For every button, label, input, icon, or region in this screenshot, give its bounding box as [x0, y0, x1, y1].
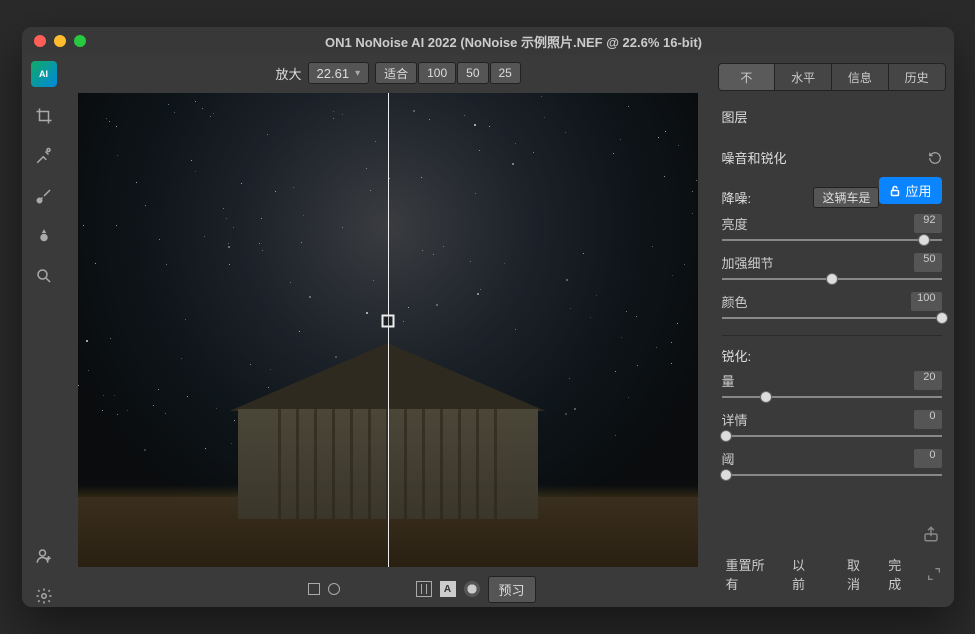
brush-tool-icon[interactable]: [33, 185, 55, 207]
app-window: ON1 NoNoise AI 2022 (NoNoise 示例照片.NEF @ …: [22, 27, 954, 607]
cancel-button[interactable]: 取消: [843, 553, 876, 595]
detail-param: 加强细节50: [722, 253, 942, 286]
hand-tool-icon[interactable]: [33, 265, 55, 287]
preview-button[interactable]: 预习: [488, 576, 536, 603]
circle-view-icon[interactable]: [328, 583, 340, 595]
zoom-50-button[interactable]: 50: [457, 62, 488, 84]
detail-slider[interactable]: [722, 272, 942, 286]
image-preview[interactable]: [78, 93, 698, 567]
details2-param: 详情0: [722, 410, 942, 443]
main-area: 放大 22.61 ▾ 适合 100 50 25: [66, 55, 710, 607]
text-overlay-icon[interactable]: A: [440, 581, 456, 597]
window-controls: [34, 35, 86, 47]
maximize-window-button[interactable]: [74, 35, 86, 47]
crop-tool-icon[interactable]: [33, 105, 55, 127]
done-button[interactable]: 完成: [884, 553, 917, 595]
share-icon[interactable]: [922, 525, 940, 543]
color-slider[interactable]: [722, 311, 942, 325]
panel-footer-icons: [710, 517, 954, 547]
close-window-button[interactable]: [34, 35, 46, 47]
zoom-value: 22.61: [317, 66, 350, 81]
zoom-25-button[interactable]: 25: [490, 62, 521, 84]
expand-icon[interactable]: [926, 566, 942, 582]
zoom-label: 放大: [276, 64, 302, 83]
compare-split-handle[interactable]: [381, 314, 394, 327]
zoom-toolbar: 放大 22.61 ▾ 适合 100 50 25: [66, 55, 710, 91]
luminance-param: 亮度92: [722, 214, 942, 247]
reset-section-icon[interactable]: [928, 151, 942, 165]
layers-title: 图层: [722, 103, 942, 130]
compare-split-icon[interactable]: [416, 581, 432, 597]
zoom-dropdown[interactable]: 22.61 ▾: [308, 62, 370, 84]
layers-section: 图层: [710, 97, 954, 136]
apply-label: 应用: [905, 181, 931, 200]
amount-slider[interactable]: [722, 390, 942, 404]
tab-nav-1[interactable]: 不: [719, 64, 776, 90]
zoom-presets: 适合 100 50 25: [375, 62, 521, 84]
user-icon[interactable]: [33, 545, 55, 567]
noise-sharpen-title: 噪音和锐化: [722, 148, 787, 167]
auto-chip[interactable]: 这辆车是: [813, 187, 879, 208]
left-toolbar: AI: [22, 55, 66, 607]
content-area: AI 放大: [22, 55, 954, 607]
minimize-window-button[interactable]: [54, 35, 66, 47]
reset-all-button[interactable]: 重置所有: [722, 553, 780, 595]
details2-slider[interactable]: [722, 429, 942, 443]
compare-split-line[interactable]: [388, 93, 389, 567]
window-title: ON1 NoNoise AI 2022 (NoNoise 示例照片.NEF @ …: [86, 32, 942, 51]
tab-nav-3[interactable]: 信息: [832, 64, 889, 90]
right-panel: 不 水平 信息 历史 图层 噪音和锐化 应用: [710, 55, 954, 607]
bottom-toolbar: A 预习: [66, 571, 710, 607]
apply-button[interactable]: 应用: [879, 177, 941, 204]
threshold-param: 阈0: [722, 449, 942, 482]
luminance-slider[interactable]: [722, 233, 942, 247]
amount-param: 量20: [722, 371, 942, 404]
lock-open-icon: [889, 185, 901, 197]
panel-tabs: 不 水平 信息 历史: [718, 63, 946, 91]
app-logo-icon: AI: [31, 61, 57, 87]
panel-footer-actions: 重置所有 以前 取消 完成: [710, 547, 954, 607]
mask-view-icon[interactable]: [464, 581, 480, 597]
before-button[interactable]: 以前: [788, 553, 821, 595]
sharpen-label: 锐化:: [722, 346, 752, 365]
single-view-icon[interactable]: [308, 583, 320, 595]
denoise-label: 降噪:: [722, 188, 752, 207]
settings-gear-icon[interactable]: [33, 585, 55, 607]
retouch-tool-icon[interactable]: [33, 145, 55, 167]
tab-nav-4[interactable]: 历史: [889, 64, 945, 90]
zoom-100-button[interactable]: 100: [418, 62, 456, 84]
clone-tool-icon[interactable]: [33, 225, 55, 247]
threshold-slider[interactable]: [722, 468, 942, 482]
noise-section: 噪音和锐化 应用 降噪: 这辆车是 亮度92: [710, 136, 954, 488]
titlebar: ON1 NoNoise AI 2022 (NoNoise 示例照片.NEF @ …: [22, 27, 954, 55]
tab-nav-2[interactable]: 水平: [775, 64, 832, 90]
view-mode-icons: A 预习: [308, 576, 536, 603]
zoom-fit-button[interactable]: 适合: [375, 62, 417, 84]
color-param: 颜色100: [722, 292, 942, 325]
chevron-down-icon: ▾: [355, 68, 360, 79]
